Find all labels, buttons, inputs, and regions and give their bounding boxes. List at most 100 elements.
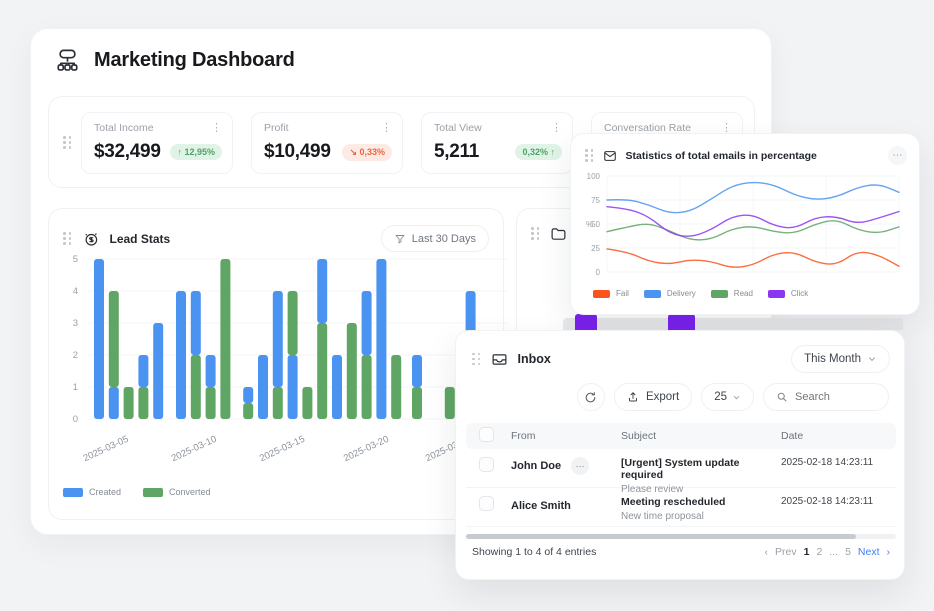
- next-button[interactable]: Next: [858, 546, 880, 558]
- prev-chevron-icon[interactable]: ‹: [765, 546, 769, 558]
- stat-label: Total View: [434, 122, 482, 134]
- kebab-menu-icon[interactable]: ⋮: [721, 123, 732, 133]
- h-scrollbar-track[interactable]: [466, 534, 896, 539]
- table-row[interactable]: John Doe ⋯ [Urgent] System update requir…: [466, 449, 896, 488]
- funnel-icon: [394, 233, 406, 245]
- chevron-down-icon: [732, 393, 741, 402]
- kebab-menu-icon[interactable]: ⋮: [381, 123, 392, 133]
- legend-item-fail: Fail: [593, 289, 629, 298]
- stat-badge: ↘ 0,33%: [342, 144, 392, 161]
- column-header-subject[interactable]: Subject: [621, 430, 781, 442]
- h-scrollbar-thumb[interactable]: [466, 534, 856, 539]
- lead-stats-legend: Created Converted: [63, 487, 211, 497]
- export-icon: [627, 391, 639, 403]
- legend-swatch-converted: [143, 488, 163, 497]
- stat-label: Total Income: [94, 122, 154, 134]
- page-button-5[interactable]: 5: [845, 546, 851, 558]
- email-stats-drag-handle[interactable]: [585, 149, 594, 162]
- inbox-icon: [491, 351, 508, 368]
- inbox-card: Inbox This Month Export 25: [455, 330, 905, 580]
- email-stats-card: Statistics of total emails in percentage…: [570, 133, 920, 315]
- svg-text:5: 5: [73, 254, 78, 265]
- kebab-menu-icon[interactable]: ⋮: [211, 123, 222, 133]
- legend-label: Fail: [616, 289, 629, 298]
- stats-drag-handle[interactable]: [63, 136, 72, 149]
- stat-card-total-income: Total Income ⋮ $32,499 ↑ 12,95%: [81, 112, 233, 174]
- lead-stats-icon: [82, 230, 100, 248]
- stat-card-profit: Profit ⋮ $10,499 ↘ 0,33%: [251, 112, 403, 174]
- period-value: This Month: [804, 353, 861, 365]
- page-button-1[interactable]: 1: [804, 546, 810, 558]
- prev-button[interactable]: Prev: [775, 546, 797, 558]
- row-from: Alice Smith: [511, 500, 571, 512]
- row-subject: Meeting rescheduled: [621, 496, 781, 508]
- kebab-menu-icon[interactable]: ⋮: [551, 123, 562, 133]
- next-chevron-icon[interactable]: ›: [887, 546, 891, 558]
- filter-button[interactable]: Last 30 Days: [381, 225, 489, 252]
- legend-swatch-read: [711, 290, 728, 298]
- email-stats-title: Statistics of total emails in percentage: [626, 150, 817, 162]
- row-checkbox[interactable]: [479, 496, 494, 511]
- lead-stats-drag-handle[interactable]: [63, 232, 72, 245]
- row-date: 2025-02-18 14:23:11: [781, 457, 896, 468]
- table-header-row: From Subject Date: [466, 423, 896, 449]
- legend-item-read: Read: [711, 289, 753, 298]
- svg-text:2025-03-20: 2025-03-20: [342, 434, 391, 465]
- stat-badge: 0,32% ↑: [515, 144, 562, 160]
- row-menu-button[interactable]: ⋯: [571, 457, 589, 475]
- legend-label: Delivery: [667, 289, 696, 298]
- refresh-button[interactable]: [577, 383, 605, 411]
- svg-text:%: %: [586, 220, 593, 229]
- row-subject: [Urgent] System update required: [621, 457, 781, 481]
- folder-card-drag-handle[interactable]: [531, 227, 540, 240]
- search-box[interactable]: [763, 383, 889, 411]
- select-all-checkbox[interactable]: [479, 427, 494, 442]
- ellipsis-icon: ⋯: [893, 153, 903, 159]
- search-icon: [776, 391, 788, 403]
- peek-bar: [575, 314, 597, 330]
- svg-text:0: 0: [73, 414, 78, 425]
- page-button-2[interactable]: 2: [816, 546, 822, 558]
- row-preview: Please review: [621, 484, 781, 495]
- stat-badge: ↑ 12,95%: [170, 144, 222, 160]
- legend-label: Converted: [169, 487, 211, 497]
- filter-label: Last 30 Days: [412, 233, 476, 245]
- svg-text:100: 100: [587, 172, 601, 181]
- page-size-dropdown[interactable]: 25: [701, 383, 754, 411]
- stat-label: Profit: [264, 122, 289, 134]
- page-title: Marketing Dashboard: [94, 49, 295, 72]
- legend-item-created: Created: [63, 487, 121, 497]
- lead-stats-title: Lead Stats: [110, 232, 171, 246]
- refresh-icon: [584, 391, 597, 404]
- period-dropdown[interactable]: This Month: [791, 345, 890, 373]
- export-button[interactable]: Export: [614, 383, 692, 411]
- svg-text:75: 75: [591, 196, 600, 205]
- svg-text:2025-03-15: 2025-03-15: [258, 434, 307, 465]
- ellipsis-icon: ⋯: [576, 464, 585, 469]
- more-menu-button[interactable]: ⋯: [888, 146, 907, 165]
- row-checkbox[interactable]: [479, 457, 494, 472]
- legend-label: Click: [791, 289, 808, 298]
- column-header-date[interactable]: Date: [781, 430, 896, 442]
- svg-text:2025-03-05: 2025-03-05: [82, 434, 131, 465]
- stat-value: $32,499: [94, 141, 161, 163]
- entries-summary: Showing 1 to 4 of 4 entries: [472, 546, 596, 558]
- inbox-drag-handle[interactable]: [472, 353, 481, 366]
- legend-label: Created: [89, 487, 121, 497]
- row-preview: New time proposal: [621, 511, 781, 522]
- legend-swatch-delivery: [644, 290, 661, 298]
- stat-card-total-view: Total View ⋮ 5,211 0,32% ↑: [421, 112, 573, 174]
- sitemap-icon: [54, 47, 81, 74]
- folder-icon: [550, 225, 567, 242]
- hidden-chart-peek: [563, 318, 903, 330]
- email-stats-legend: Fail Delivery Read Click: [593, 289, 808, 298]
- svg-text:2025-03-10: 2025-03-10: [170, 434, 219, 465]
- pagination: ‹ Prev 1 2 ... 5 Next ›: [765, 546, 890, 558]
- envelope-icon: [603, 149, 617, 163]
- column-header-from[interactable]: From: [511, 430, 621, 442]
- email-stats-line-chart: 0255075100%: [577, 168, 913, 280]
- inbox-title: Inbox: [518, 352, 551, 366]
- svg-text:4: 4: [73, 286, 78, 297]
- search-input[interactable]: [795, 391, 875, 403]
- stat-value: 5,211: [434, 141, 479, 163]
